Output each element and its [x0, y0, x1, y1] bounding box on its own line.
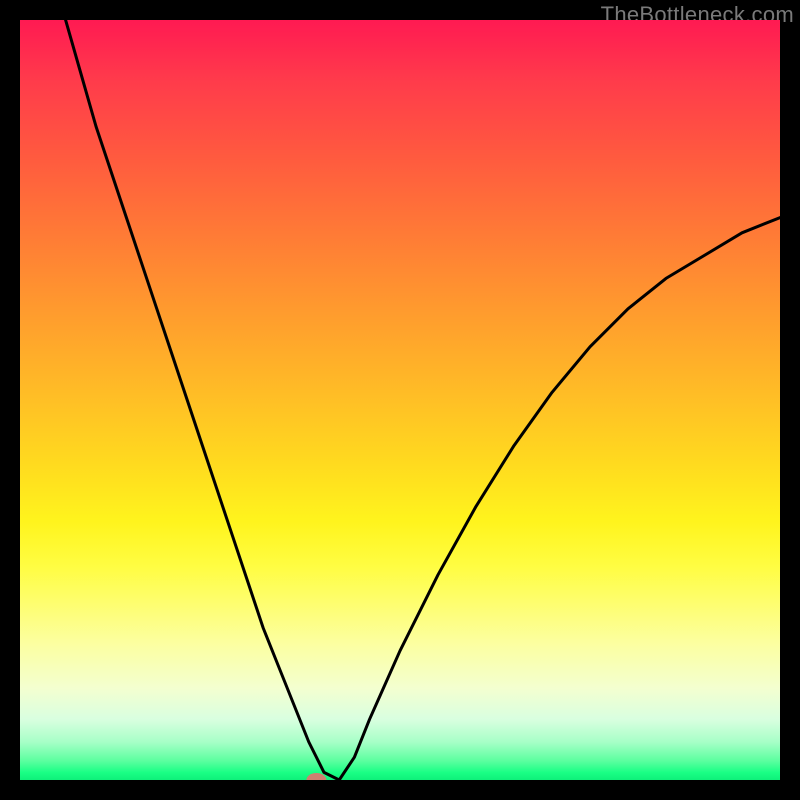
- minimum-marker: [306, 773, 326, 780]
- curve-svg: [20, 20, 780, 780]
- plot-area: [20, 20, 780, 780]
- chart-container: TheBottleneck.com: [0, 0, 800, 800]
- bottleneck-curve: [66, 20, 780, 780]
